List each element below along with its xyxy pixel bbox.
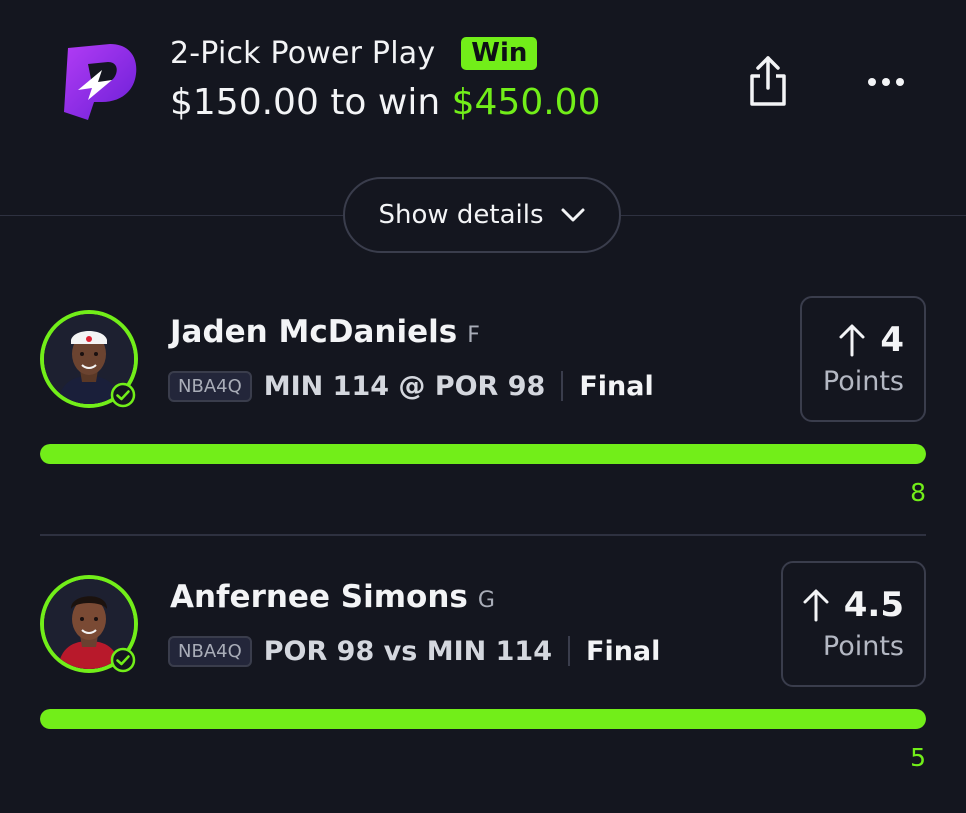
player-position: G	[477, 588, 495, 613]
game-status: Final	[579, 370, 654, 402]
projection-value: 4	[880, 320, 904, 360]
pick-card[interactable]: Jaden McDaniels F NBA4Q MIN 114 @ POR 98 …	[0, 296, 966, 536]
player-name: Anfernee Simons G	[170, 579, 495, 615]
entry-amount-label: $150.00 to win	[170, 82, 441, 123]
matchup-score: POR 98 vs MIN 114	[263, 635, 552, 667]
projection-value-row: 4.5	[802, 585, 904, 625]
player-name: Jaden McDaniels F	[170, 314, 480, 350]
projection-value: 4.5	[843, 585, 904, 625]
more-options-icon[interactable]	[862, 60, 910, 104]
progress-bar-fill	[40, 709, 926, 729]
show-details-label: Show details	[378, 200, 544, 230]
game-info-row: NBA4Q POR 98 vs MIN 114 Final	[168, 634, 660, 668]
check-circle-icon	[110, 382, 136, 408]
progress-bar-fill	[40, 444, 926, 464]
pick-card[interactable]: Anfernee Simons G NBA4Q POR 98 vs MIN 114…	[0, 561, 966, 801]
player-position: F	[467, 323, 480, 348]
game-status: Final	[586, 635, 661, 667]
projection-stat: Points	[822, 631, 904, 662]
progress-bar	[40, 709, 926, 729]
actual-value: 8	[910, 478, 926, 507]
arrow-up-icon	[839, 324, 865, 357]
prizepicks-logo-icon	[64, 44, 137, 120]
amount-summary: $150.00 to win $450.00	[170, 82, 601, 123]
projection-box[interactable]: 4.5 Points	[781, 561, 926, 687]
chevron-down-icon	[561, 208, 585, 222]
actual-value: 5	[910, 743, 926, 772]
game-info-row: NBA4Q MIN 114 @ POR 98 Final	[168, 369, 654, 403]
divider	[568, 636, 570, 666]
bet-slip-screen: 2-Pick Power Play Win $150.00 to win $45…	[0, 0, 966, 813]
projection-stat: Points	[822, 366, 904, 397]
projection-value-row: 4	[838, 320, 904, 360]
progress-bar	[40, 444, 926, 464]
pick-divider	[40, 534, 926, 536]
projection-box[interactable]: 4 Points	[800, 296, 926, 422]
check-circle-icon	[110, 647, 136, 673]
win-badge: Win	[461, 37, 538, 70]
divider	[561, 371, 564, 401]
player-name-text: Jaden McDaniels	[170, 314, 458, 350]
arrow-up-icon	[803, 589, 829, 622]
league-badge: NBA4Q	[168, 635, 252, 667]
show-details-button[interactable]: Show details	[343, 177, 621, 253]
payout-amount: $450.00	[451, 82, 601, 123]
play-type-label: 2-Pick Power Play	[170, 36, 436, 71]
matchup-score: MIN 114 @ POR 98	[263, 370, 546, 402]
play-title-row: 2-Pick Power Play Win	[170, 36, 538, 71]
share-icon[interactable]	[744, 54, 792, 108]
player-name-text: Anfernee Simons	[170, 579, 468, 615]
league-badge: NBA4Q	[168, 370, 252, 402]
